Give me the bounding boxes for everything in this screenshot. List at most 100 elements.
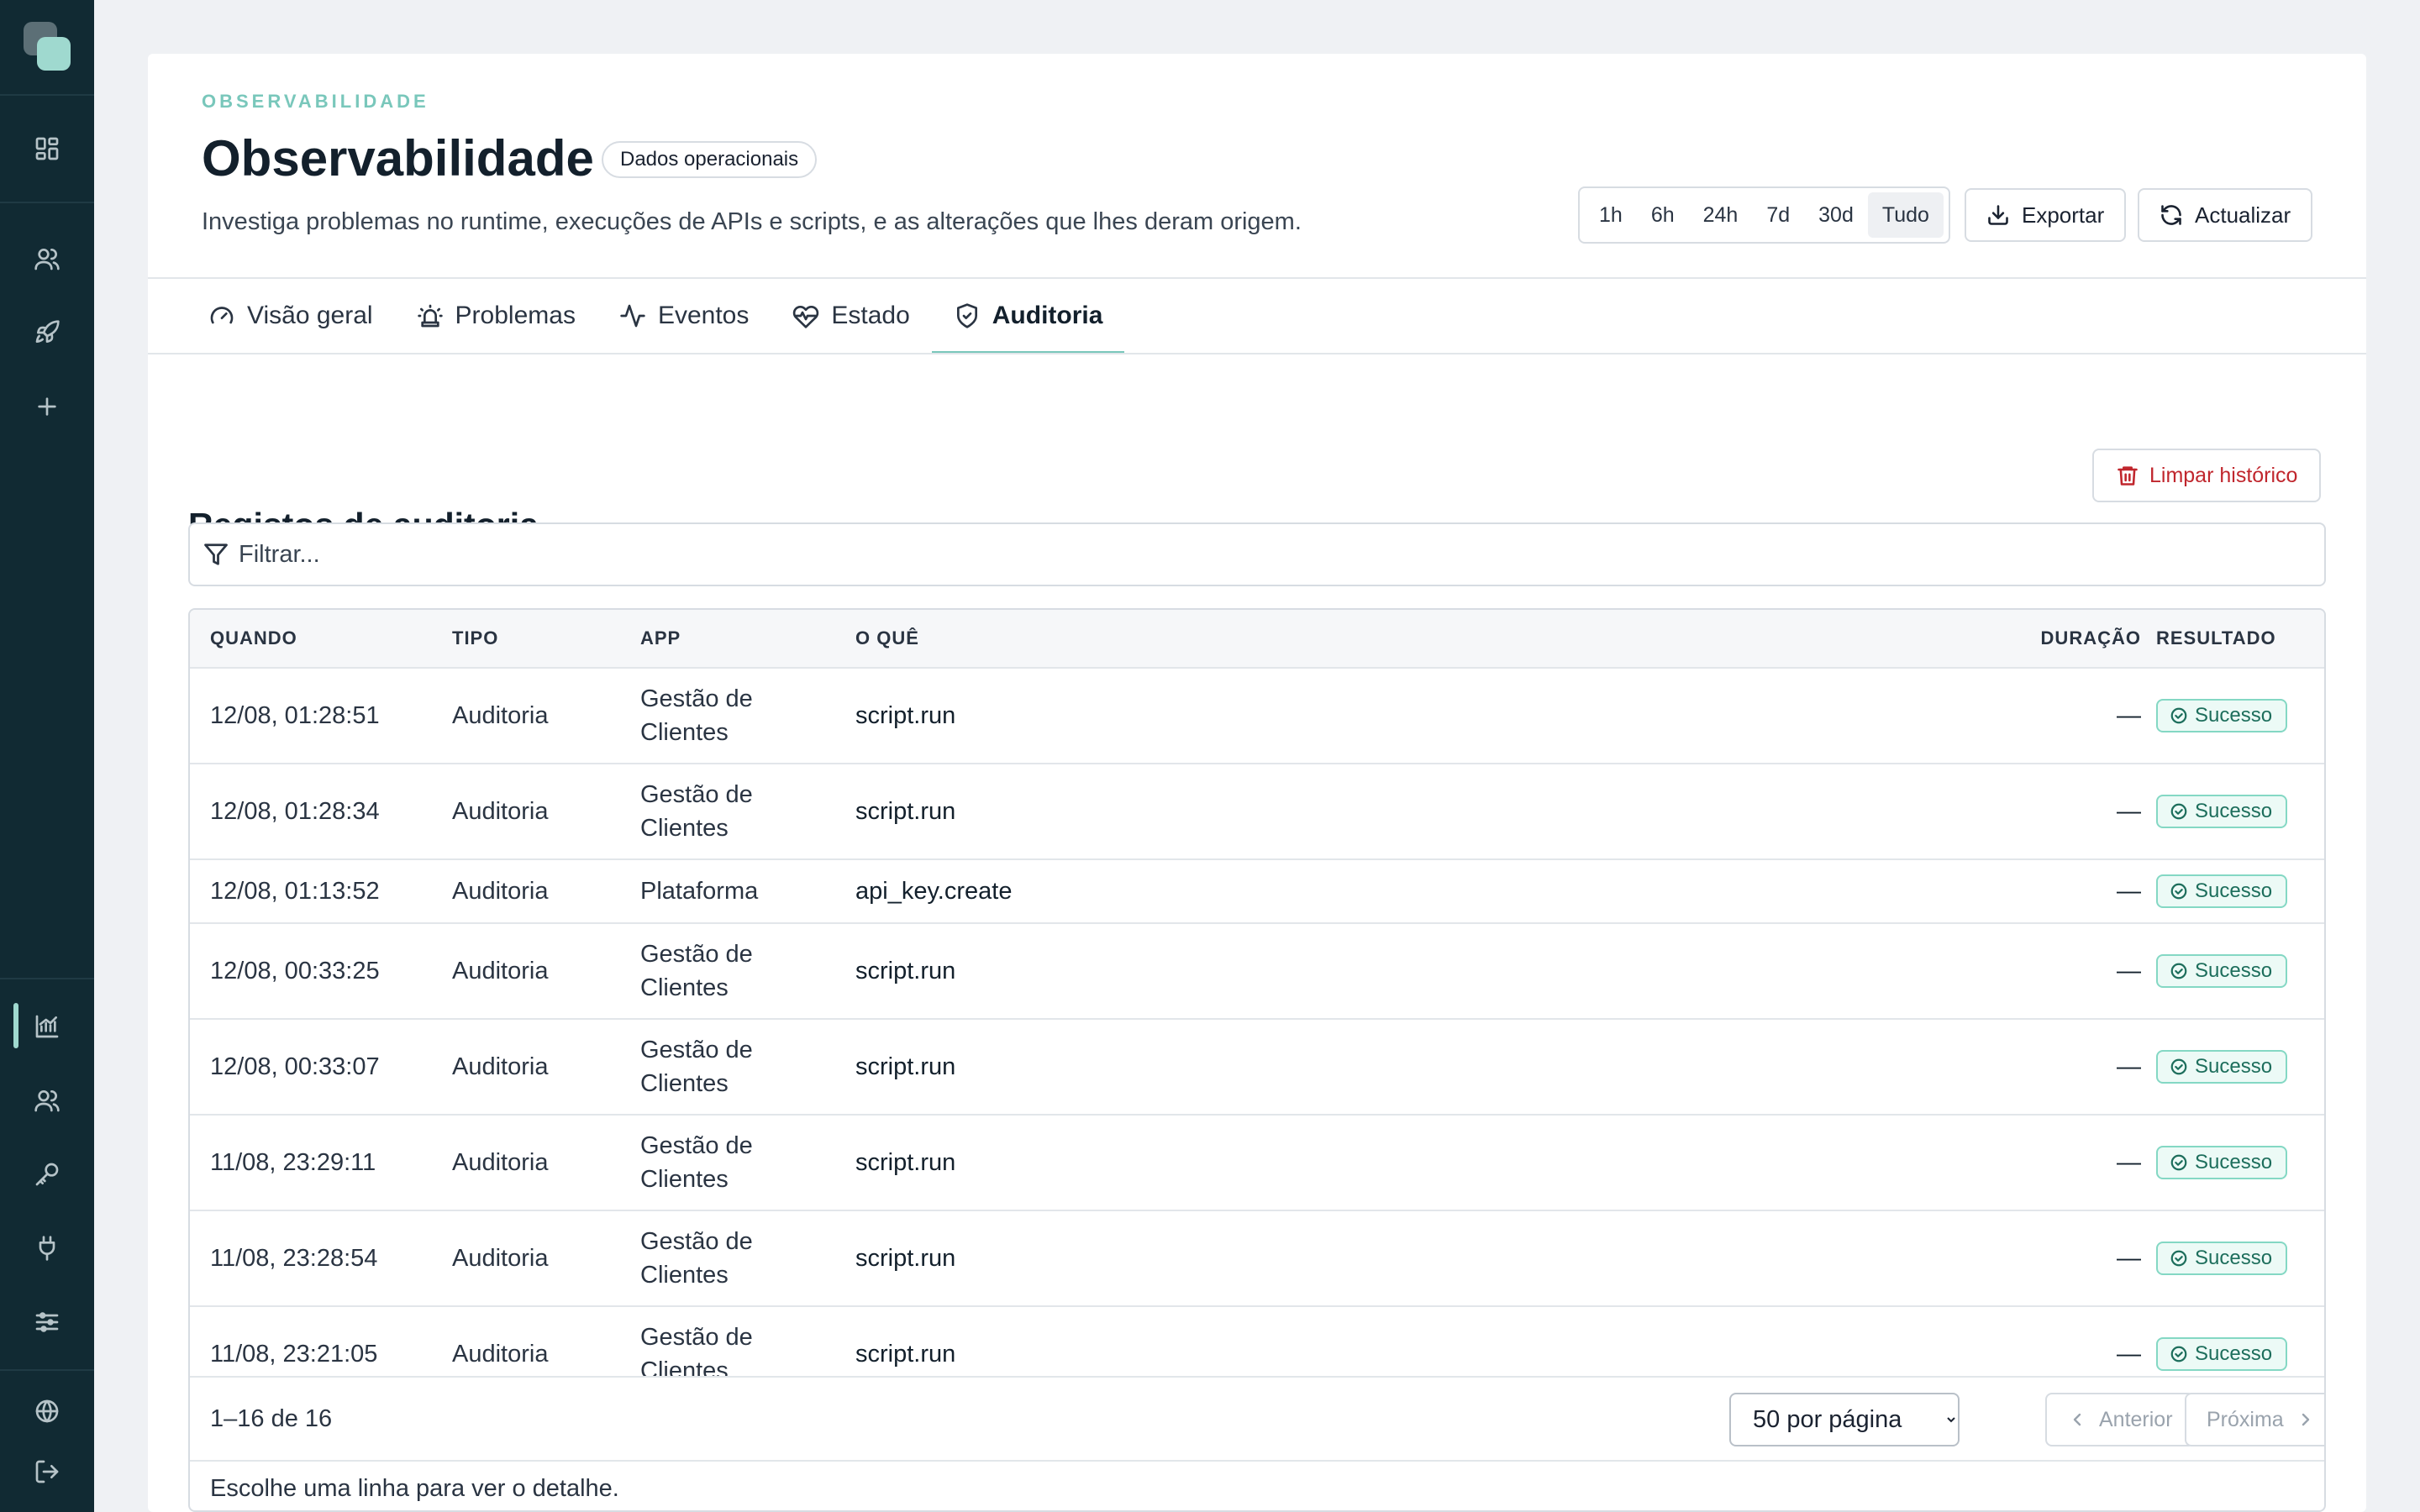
heart-pulse-icon <box>793 305 819 328</box>
range-24h[interactable]: 24h <box>1689 192 1753 238</box>
cell-app: Gestão de Clientes <box>640 1132 753 1193</box>
status-badge: Sucesso <box>2156 795 2288 828</box>
team-icon[interactable] <box>29 1082 66 1119</box>
logo-square-front <box>37 37 71 71</box>
cell-duration: — <box>2117 1244 2141 1272</box>
table-row[interactable]: 11/08, 23:29:11 Auditoria Gestão de Clie… <box>190 1116 2324 1211</box>
table-row[interactable]: 12/08, 01:28:34 Auditoria Gestão de Clie… <box>190 764 2324 860</box>
plug-icon[interactable] <box>29 1230 66 1267</box>
cell-app: Gestão de Clientes <box>640 1037 753 1097</box>
cell-app: Gestão de Clientes <box>640 1228 753 1289</box>
cell-app: Gestão de Clientes <box>640 685 753 746</box>
cell-what: script.run <box>855 1244 956 1272</box>
cell-when: 12/08, 01:28:51 <box>210 701 380 729</box>
check-circle-icon <box>2170 1250 2187 1267</box>
rocket-icon[interactable] <box>29 314 66 351</box>
range-1h[interactable]: 1h <box>1585 192 1637 238</box>
users-icon[interactable] <box>29 240 66 277</box>
cell-app: Gestão de Clientes <box>640 781 753 842</box>
column-result[interactable]: RESULTADO <box>2156 610 2276 667</box>
logout-icon[interactable] <box>29 1453 66 1490</box>
clear-history-button[interactable]: Limpar histórico <box>2092 449 2322 502</box>
cell-what: script.run <box>855 957 956 984</box>
status-label: Sucesso <box>2195 1342 2273 1365</box>
cell-type: Auditoria <box>452 1340 549 1368</box>
plus-icon[interactable] <box>29 388 66 425</box>
range-30d[interactable]: 30d <box>1804 192 1868 238</box>
globe-icon[interactable] <box>29 1393 66 1430</box>
cell-what: script.run <box>855 701 956 729</box>
tabs-divider <box>148 353 2366 354</box>
table-row[interactable]: 12/08, 00:33:07 Auditoria Gestão de Clie… <box>190 1020 2324 1116</box>
sidebar-divider <box>0 1369 94 1371</box>
tab-status[interactable]: Estado <box>771 279 931 353</box>
range-all[interactable]: Tudo <box>1867 192 1944 238</box>
sidebar-divider <box>0 94 94 96</box>
range-6h[interactable]: 6h <box>1637 192 1689 238</box>
filter-bar <box>188 522 2326 586</box>
status-badge: Sucesso <box>2156 1337 2288 1371</box>
tab-label: Estado <box>831 302 910 329</box>
table-row[interactable]: 11/08, 23:28:54 Auditoria Gestão de Clie… <box>190 1211 2324 1307</box>
shield-check-icon <box>956 303 977 328</box>
cell-duration: — <box>2117 701 2141 729</box>
time-range-selector: 1h 6h 24h 7d 30d Tudo <box>1578 186 1950 244</box>
eyebrow-label: OBSERVABILIDADE <box>202 91 429 112</box>
previous-page-button[interactable]: Anterior <box>2045 1393 2195 1446</box>
table-row[interactable]: 12/08, 00:33:25 Auditoria Gestão de Clie… <box>190 924 2324 1020</box>
analytics-icon[interactable] <box>29 1008 66 1045</box>
status-label: Sucesso <box>2195 959 2273 982</box>
check-circle-icon <box>2170 1058 2187 1075</box>
tab-problems[interactable]: Problemas <box>395 279 597 353</box>
status-badge: Sucesso <box>2156 699 2288 732</box>
tab-events[interactable]: Eventos <box>597 279 771 353</box>
cell-result: Sucesso <box>2156 1116 2288 1210</box>
tab-audit[interactable]: Auditoria <box>931 279 1125 354</box>
key-icon[interactable] <box>29 1156 66 1193</box>
status-badge: Sucesso <box>2156 954 2288 988</box>
column-type[interactable]: TIPO <box>452 610 498 667</box>
chevron-left-icon <box>2073 1413 2081 1426</box>
cell-app: Plataforma <box>640 878 759 905</box>
main-card: OBSERVABILIDADE Observabilidade Dados op… <box>148 54 2366 1512</box>
column-when[interactable]: QUANDO <box>210 610 297 667</box>
range-7d[interactable]: 7d <box>1752 192 1804 238</box>
column-app[interactable]: APP <box>640 610 681 667</box>
cell-result: Sucesso <box>2156 669 2288 763</box>
table-header: QUANDO TIPO APP O QUÊ DURAÇÃO RESULTADO <box>190 610 2324 669</box>
cell-what: api_key.create <box>855 877 1013 905</box>
app-logo[interactable] <box>24 22 71 72</box>
pagination-range: 1–16 de 16 <box>210 1405 333 1432</box>
sliders-icon[interactable] <box>29 1304 66 1341</box>
cell-when: 11/08, 23:28:54 <box>210 1244 378 1272</box>
table-row[interactable]: 11/08, 23:21:05 Auditoria Gestão de Clie… <box>190 1307 2324 1376</box>
clear-history-label: Limpar histórico <box>2149 463 2298 487</box>
cell-when: 12/08, 01:28:34 <box>210 797 380 825</box>
cell-result: Sucesso <box>2156 860 2288 922</box>
status-badge: Sucesso <box>2156 1050 2288 1084</box>
audit-table: QUANDO TIPO APP O QUÊ DURAÇÃO RESULTADO … <box>188 608 2326 1512</box>
refresh-icon <box>2161 205 2181 225</box>
table-row[interactable]: 12/08, 01:13:52 Auditoria Plataforma api… <box>190 860 2324 924</box>
page-subtitle: Investiga problemas no runtime, execuçõe… <box>202 208 1302 235</box>
cell-app: Gestão de Clientes <box>640 1324 753 1376</box>
status-badge: Sucesso <box>2156 1242 2288 1275</box>
previous-label: Anterior <box>2099 1407 2173 1431</box>
tab-bar: Visão geral Problemas Eventos Estado Aud… <box>187 279 1125 354</box>
table-row[interactable]: 12/08, 01:28:51 Auditoria Gestão de Clie… <box>190 669 2324 764</box>
refresh-button[interactable]: Actualizar <box>2138 188 2313 242</box>
per-page-select[interactable]: 50 por página <box>1729 1393 1960 1446</box>
table-footer: 1–16 de 16 50 por página Anterior Próxim… <box>190 1376 2324 1460</box>
column-duration[interactable]: DURAÇÃO <box>2041 610 2141 667</box>
filter-input[interactable] <box>239 540 2255 569</box>
next-page-button[interactable]: Próxima <box>2185 1393 2324 1446</box>
export-button[interactable]: Exportar <box>1965 188 2127 242</box>
status-label: Sucesso <box>2195 879 2273 902</box>
tab-label: Visão geral <box>247 302 373 329</box>
grid-icon[interactable] <box>29 130 66 167</box>
status-label: Sucesso <box>2195 704 2273 727</box>
sidebar <box>0 0 94 1512</box>
tab-overview[interactable]: Visão geral <box>187 279 395 353</box>
column-what[interactable]: O QUÊ <box>855 610 919 667</box>
sidebar-divider <box>0 978 94 979</box>
